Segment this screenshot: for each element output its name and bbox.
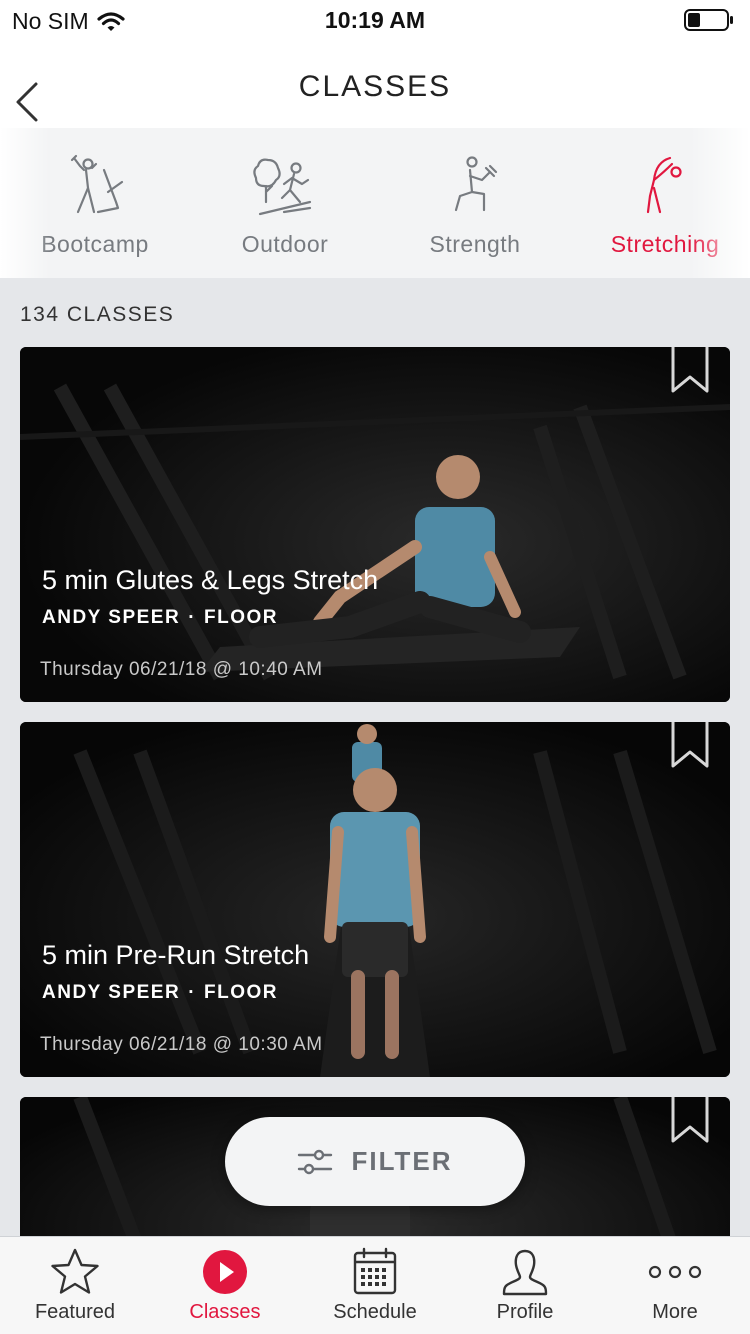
category-strength[interactable]: Strength	[380, 128, 570, 278]
category-label: Stretching	[610, 231, 720, 257]
category-label: Strength	[429, 231, 521, 257]
meta-separator: ·	[188, 982, 197, 1003]
class-date: Thursday 06/21/18 @ 10:40 AM	[40, 659, 323, 680]
tab-schedule[interactable]: Schedule	[300, 1237, 450, 1334]
more-dots-icon	[648, 1265, 702, 1279]
star-icon	[51, 1248, 99, 1294]
play-circle-icon	[203, 1250, 247, 1294]
category-label: Bootcamp	[41, 231, 149, 257]
class-title: 5 min Glutes & Legs Stretch	[42, 565, 379, 595]
category-strip[interactable]: Bootcamp Outdoor Strength Stretching	[0, 128, 750, 278]
class-meta: ANDY SPEER · FLOOR	[42, 982, 278, 1004]
class-card[interactable]: 5 min Glutes & Legs Stretch ANDY SPEER · F…	[20, 347, 730, 702]
person-icon	[502, 1249, 548, 1296]
instructor-name: ANDY SPEER	[42, 982, 181, 1003]
filter-label: FILTER	[351, 1146, 453, 1176]
tab-bar: Featured Classes Schedule Profile More	[0, 1236, 750, 1334]
category-label: Outdoor	[241, 231, 329, 257]
bootcamp-icon	[70, 154, 124, 214]
bookmark-icon[interactable]	[670, 722, 710, 770]
meta-separator: ·	[188, 607, 197, 628]
stretching-icon	[646, 156, 682, 214]
filter-button[interactable]: FILTER	[225, 1117, 525, 1206]
page-title: CLASSES	[298, 70, 452, 103]
tab-more[interactable]: More	[600, 1237, 750, 1334]
status-time: 10:19 AM	[324, 7, 426, 33]
tab-classes[interactable]: Classes	[150, 1237, 300, 1334]
navigation-bar: CLASSES	[0, 40, 750, 128]
category-bootcamp[interactable]: Bootcamp	[0, 128, 190, 278]
tab-profile[interactable]: Profile	[450, 1237, 600, 1334]
class-date: Thursday 06/21/18 @ 10:30 AM	[40, 1034, 323, 1055]
bookmark-icon[interactable]	[670, 347, 710, 395]
battery-icon	[684, 9, 733, 31]
class-title: 5 min Pre-Run Stretch	[42, 940, 310, 970]
class-type: FLOOR	[204, 982, 279, 1003]
sliders-icon	[298, 1149, 333, 1174]
class-thumbnail	[20, 347, 730, 702]
strength-icon	[454, 156, 498, 212]
class-card[interactable]: 5 min Pre-Run Stretch ANDY SPEER · FLOOR T…	[20, 722, 730, 1077]
bookmark-icon[interactable]	[670, 1097, 710, 1145]
tab-featured[interactable]: Featured	[0, 1237, 150, 1334]
class-type: FLOOR	[204, 607, 279, 628]
tab-label: Profile	[496, 1301, 554, 1323]
calendar-icon	[353, 1247, 397, 1295]
category-stretching[interactable]: Stretching	[570, 128, 750, 278]
tab-label: Schedule	[333, 1301, 417, 1323]
category-outdoor[interactable]: Outdoor	[190, 128, 380, 278]
status-bar: No SIM 10:19 AM	[0, 0, 750, 40]
instructor-name: ANDY SPEER	[42, 607, 181, 628]
tab-label: Featured	[34, 1301, 116, 1323]
outdoor-icon	[253, 158, 312, 216]
tab-label: Classes	[189, 1301, 261, 1323]
class-count: 134 CLASSES	[20, 303, 175, 326]
class-thumbnail	[20, 722, 730, 1077]
class-meta: ANDY SPEER · FLOOR	[42, 607, 278, 629]
tab-label: More	[652, 1301, 698, 1323]
